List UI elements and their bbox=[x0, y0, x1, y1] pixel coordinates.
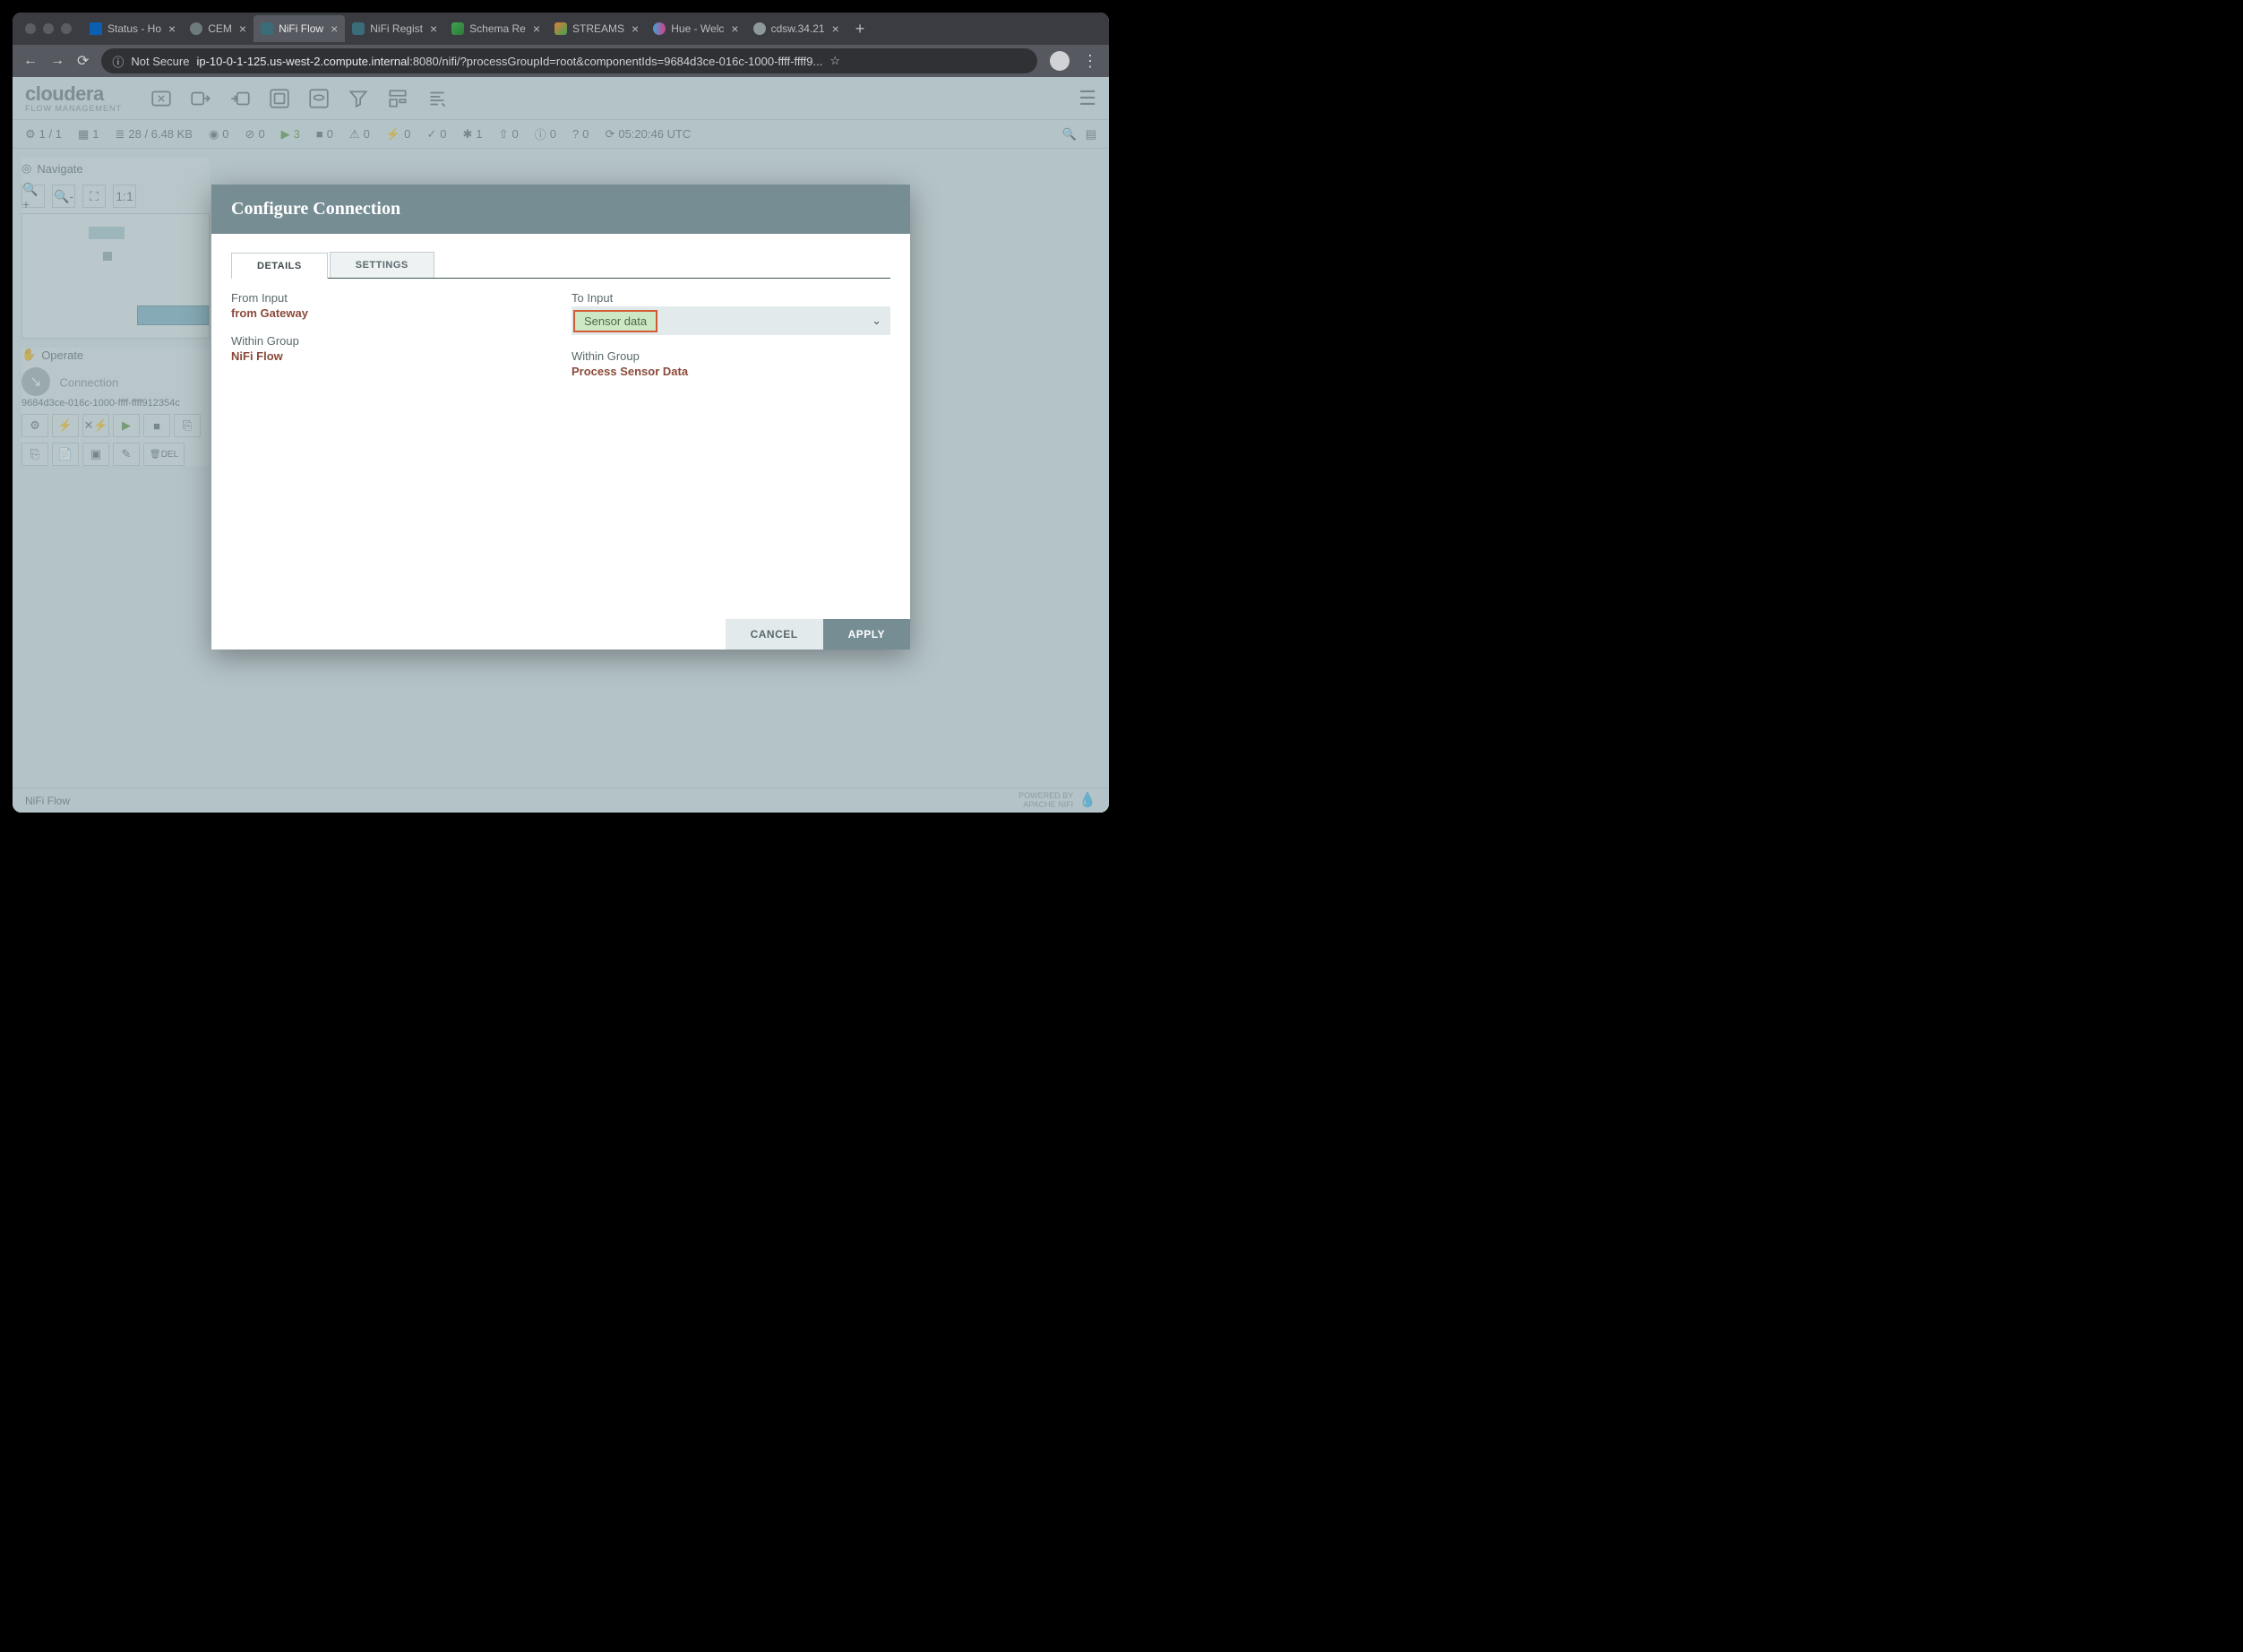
from-group-value: NiFi Flow bbox=[231, 349, 550, 363]
close-icon[interactable]: × bbox=[632, 22, 639, 36]
browser-tab[interactable]: STREAMS× bbox=[547, 15, 646, 42]
profile-avatar[interactable] bbox=[1050, 51, 1070, 71]
close-icon[interactable]: × bbox=[239, 22, 246, 36]
browser-tabbar: Status - Ho× CEM× NiFi Flow× NiFi Regist… bbox=[13, 13, 1109, 45]
menu-icon[interactable]: ⋮ bbox=[1082, 52, 1098, 71]
browser-tab[interactable]: Status - Ho× bbox=[82, 15, 183, 42]
apply-button[interactable]: APPLY bbox=[823, 619, 910, 650]
browser-tab[interactable]: CEM× bbox=[183, 15, 254, 42]
new-tab-button[interactable]: + bbox=[846, 20, 874, 39]
to-group-value: Process Sensor Data bbox=[571, 365, 890, 378]
from-input-label: From Input bbox=[231, 291, 550, 305]
tab-details[interactable]: DETAILS bbox=[231, 253, 328, 279]
close-icon[interactable]: × bbox=[168, 22, 176, 36]
tab-settings[interactable]: SETTINGS bbox=[330, 252, 434, 278]
close-icon[interactable]: × bbox=[430, 22, 437, 36]
traffic-minimize[interactable] bbox=[43, 23, 54, 34]
back-icon[interactable]: ← bbox=[23, 53, 38, 69]
traffic-zoom[interactable] bbox=[61, 23, 72, 34]
close-icon[interactable]: × bbox=[331, 22, 338, 36]
from-input-value: from Gateway bbox=[231, 306, 550, 320]
traffic-close[interactable] bbox=[25, 23, 36, 34]
forward-icon[interactable]: → bbox=[50, 53, 64, 69]
browser-window: Status - Ho× CEM× NiFi Flow× NiFi Regist… bbox=[13, 13, 1109, 813]
reload-icon[interactable]: ⟳ bbox=[77, 52, 89, 70]
browser-tab[interactable]: Hue - Welc× bbox=[646, 15, 745, 42]
browser-tab[interactable]: NiFi Regist× bbox=[345, 15, 444, 42]
url-bar[interactable]: ⓘ Not Secure ip-10-0-1-125.us-west-2.com… bbox=[101, 48, 1037, 73]
configure-connection-dialog: Configure Connection DETAILS SETTINGS Fr… bbox=[211, 185, 910, 650]
dialog-tabs: DETAILS SETTINGS bbox=[231, 252, 890, 279]
window-controls bbox=[20, 23, 82, 34]
close-icon[interactable]: × bbox=[533, 22, 540, 36]
to-input-select[interactable]: Sensor data ⌄ bbox=[571, 306, 890, 335]
bookmark-icon[interactable]: ☆ bbox=[829, 54, 840, 68]
info-icon: ⓘ bbox=[112, 53, 124, 70]
address-bar: ← → ⟳ ⓘ Not Secure ip-10-0-1-125.us-west… bbox=[13, 45, 1109, 77]
from-group-label: Within Group bbox=[231, 334, 550, 348]
modal-overlay: Configure Connection DETAILS SETTINGS Fr… bbox=[13, 77, 1109, 813]
url-text: ip-10-0-1-125.us-west-2.compute.internal… bbox=[196, 55, 822, 68]
close-icon[interactable]: × bbox=[731, 22, 738, 36]
security-label: Not Secure bbox=[131, 55, 189, 68]
to-group-label: Within Group bbox=[571, 349, 890, 363]
close-icon[interactable]: × bbox=[832, 22, 839, 36]
browser-tab[interactable]: NiFi Flow× bbox=[254, 15, 345, 42]
cancel-button[interactable]: CANCEL bbox=[726, 619, 823, 650]
to-input-label: To Input bbox=[571, 291, 890, 305]
browser-tab[interactable]: Schema Re× bbox=[444, 15, 547, 42]
to-input-selected: Sensor data bbox=[573, 310, 657, 332]
browser-tab[interactable]: cdsw.34.21× bbox=[746, 15, 846, 42]
chevron-down-icon: ⌄ bbox=[872, 314, 881, 328]
nifi-app: cloudera FLOW MANAGEMENT ☰ ⚙ 1 / 1 ▦ 1 ≣… bbox=[13, 77, 1109, 813]
dialog-title: Configure Connection bbox=[211, 185, 910, 234]
